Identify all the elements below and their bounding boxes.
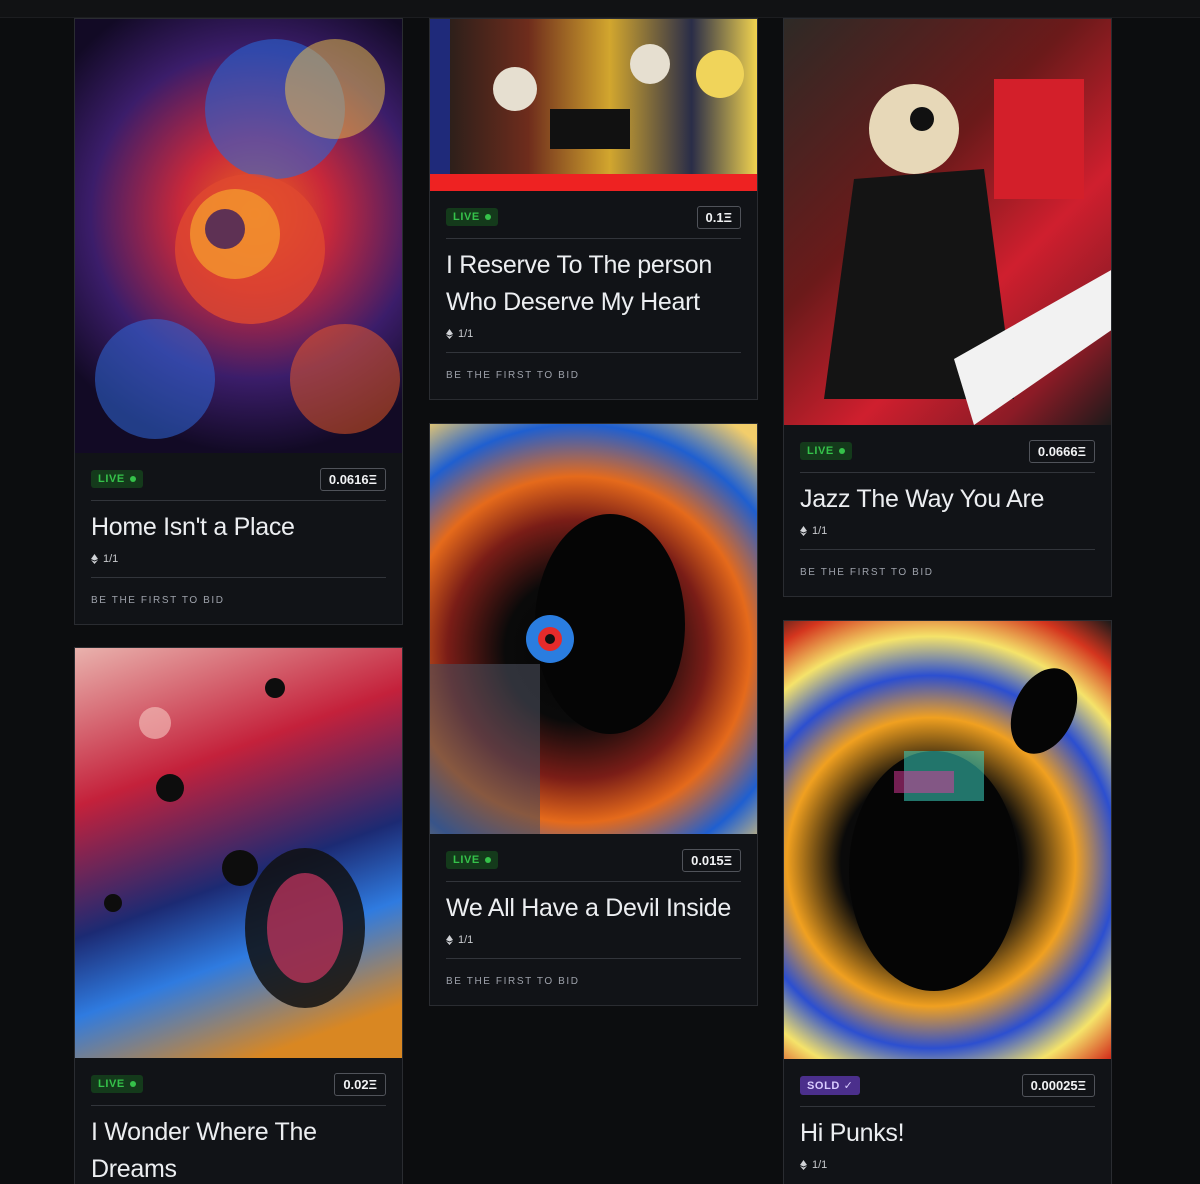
bid-cta[interactable]: BE THE FIRST TO BID [91, 595, 386, 624]
bid-cta[interactable]: BE THE FIRST TO BID [800, 567, 1095, 596]
price-tag: 0.0616Ξ [319, 467, 386, 491]
edition-info: 1/1 [91, 553, 386, 565]
bid-cta[interactable]: BE THE FIRST TO BID [446, 976, 741, 1005]
nft-card[interactable]: LIVE 0.1Ξ I Reserve To The person Who De… [429, 18, 758, 400]
skeleton-band-artwork-image[interactable] [430, 19, 757, 191]
divider [446, 352, 741, 353]
edition-count: 1/1 [458, 934, 474, 946]
nft-card[interactable]: LIVE 0.015Ξ We All Have a Devil Inside 1… [429, 423, 758, 1006]
edition-count: 1/1 [458, 328, 474, 340]
status-badge: LIVE [800, 442, 852, 460]
eth-icon [91, 554, 98, 564]
artwork-title[interactable]: I Wonder Where The Dreams [91, 1114, 386, 1184]
bid-cta[interactable]: BE THE FIRST TO BID [446, 370, 741, 399]
divider [91, 1105, 386, 1106]
status-badge: LIVE [446, 851, 498, 869]
snail-artwork-image[interactable] [75, 19, 402, 453]
divider [800, 549, 1095, 550]
price-tag: 0.02Ξ [334, 1072, 386, 1096]
edition-info: 1/1 [800, 1159, 1095, 1171]
divider [91, 577, 386, 578]
status-badge: SOLD ✓ [800, 1075, 861, 1095]
divider [800, 1106, 1095, 1107]
divider [800, 472, 1095, 473]
edition-count: 1/1 [812, 1159, 828, 1171]
top-bar [0, 0, 1200, 18]
artwork-title[interactable]: Jazz The Way You Are [800, 481, 1095, 518]
divider [446, 238, 741, 239]
price-tag: 0.0666Ξ [1028, 439, 1095, 463]
punk-silhouette-artwork-image[interactable] [784, 621, 1111, 1059]
status-badge: LIVE [91, 470, 143, 488]
edition-info: 1/1 [446, 328, 741, 340]
status-badge: LIVE [446, 208, 498, 226]
price-tag: 0.015Ξ [682, 848, 741, 872]
price-tag: 0.00025Ξ [1021, 1073, 1095, 1097]
eth-icon [800, 1160, 807, 1170]
artwork-title[interactable]: We All Have a Devil Inside [446, 890, 741, 927]
skeleton-pianist-artwork-image[interactable] [784, 19, 1111, 425]
edition-info: 1/1 [800, 525, 1095, 537]
status-badge: LIVE [91, 1075, 143, 1093]
eth-icon [446, 935, 453, 945]
artwork-title[interactable]: Home Isn't a Place [91, 509, 386, 546]
nft-card[interactable]: SOLD ✓ 0.00025Ξ Hi Punks! 1/1 [783, 620, 1112, 1184]
divider [446, 881, 741, 882]
divider [446, 958, 741, 959]
edition-count: 1/1 [812, 525, 828, 537]
eth-icon [800, 526, 807, 536]
devil-silhouette-artwork-image[interactable] [430, 424, 757, 834]
price-tag: 0.1Ξ [696, 205, 741, 229]
divider [91, 500, 386, 501]
nft-card[interactable]: LIVE 0.0666Ξ Jazz The Way You Are 1/1 BE… [783, 18, 1112, 597]
nft-card[interactable]: LIVE 0.0616Ξ Home Isn't a Place 1/1 BE T… [74, 18, 403, 625]
edition-info: 1/1 [446, 934, 741, 946]
artwork-title[interactable]: I Reserve To The person Who Deserve My H… [446, 247, 741, 321]
nft-card[interactable]: LIVE 0.02Ξ I Wonder Where The Dreams [74, 647, 403, 1184]
artwork-title[interactable]: Hi Punks! [800, 1115, 1095, 1152]
edition-count: 1/1 [103, 553, 119, 565]
eth-icon [446, 329, 453, 339]
beetle-artwork-image[interactable] [75, 648, 402, 1058]
